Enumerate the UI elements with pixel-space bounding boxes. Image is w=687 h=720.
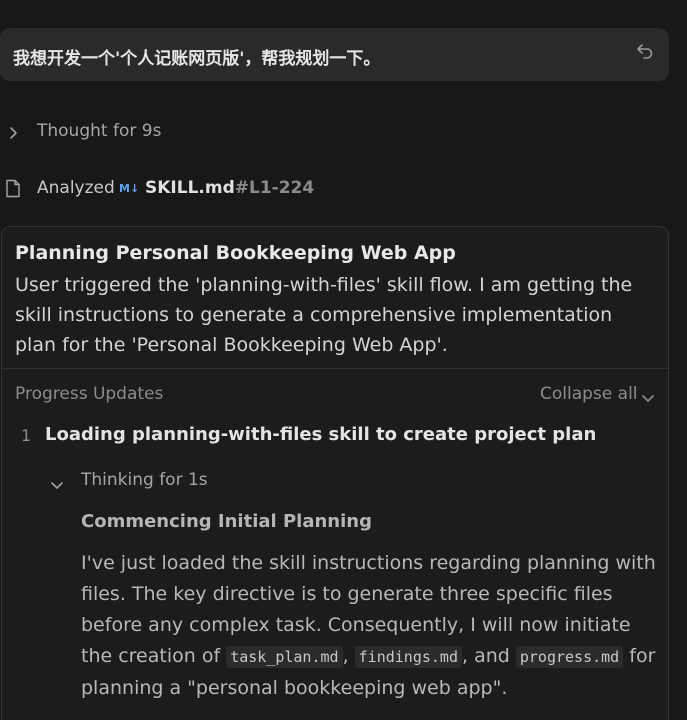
task-title: Planning Personal Bookkeeping Web App bbox=[15, 242, 456, 264]
collapse-all-label: Collapse all bbox=[540, 384, 638, 404]
analyzed-file-row: Analyzed M↓ SKILL.md#L1-224 bbox=[0, 176, 400, 202]
thinking-label: Thinking for 1s bbox=[81, 470, 208, 490]
thinking-body: I've just loaded the skill instructions … bbox=[81, 548, 666, 704]
user-message-text: 我想开发一个'个人记账网页版'，帮我规划一下。 bbox=[13, 49, 381, 69]
line-range: #L1-224 bbox=[234, 178, 315, 198]
markdown-icon: M↓ bbox=[119, 182, 140, 195]
user-message-bubble: 我想开发一个'个人记账网页版'，帮我规划一下。 bbox=[0, 28, 669, 81]
task-card: Planning Personal Bookkeeping Web App Us… bbox=[1, 226, 669, 720]
step-title: Loading planning-with-files skill to cre… bbox=[45, 424, 597, 445]
file-name: SKILL.md bbox=[145, 178, 235, 198]
chevron-down-icon bbox=[50, 476, 64, 495]
code-findings: findings.md bbox=[354, 646, 462, 668]
collapse-all-button[interactable]: Collapse all bbox=[540, 384, 654, 404]
chevron-right-icon bbox=[8, 125, 20, 144]
step-number: 1 bbox=[21, 426, 32, 445]
thought-label: Thought for 9s bbox=[37, 121, 162, 141]
analyzed-file-link[interactable]: SKILL.md#L1-224 bbox=[145, 178, 314, 198]
chevron-down-icon bbox=[641, 389, 655, 409]
analyzed-label: Analyzed bbox=[37, 178, 115, 198]
progress-updates-label: Progress Updates bbox=[15, 384, 164, 404]
separator: , bbox=[342, 645, 355, 667]
separator: , and bbox=[462, 645, 516, 667]
thinking-heading: Commencing Initial Planning bbox=[81, 511, 372, 532]
divider bbox=[2, 368, 668, 369]
code-task-plan: task_plan.md bbox=[226, 646, 343, 668]
file-icon bbox=[5, 179, 21, 202]
task-description: User triggered the 'planning-with-files'… bbox=[15, 274, 633, 356]
undo-icon[interactable] bbox=[634, 40, 656, 62]
code-progress: progress.md bbox=[515, 646, 624, 668]
